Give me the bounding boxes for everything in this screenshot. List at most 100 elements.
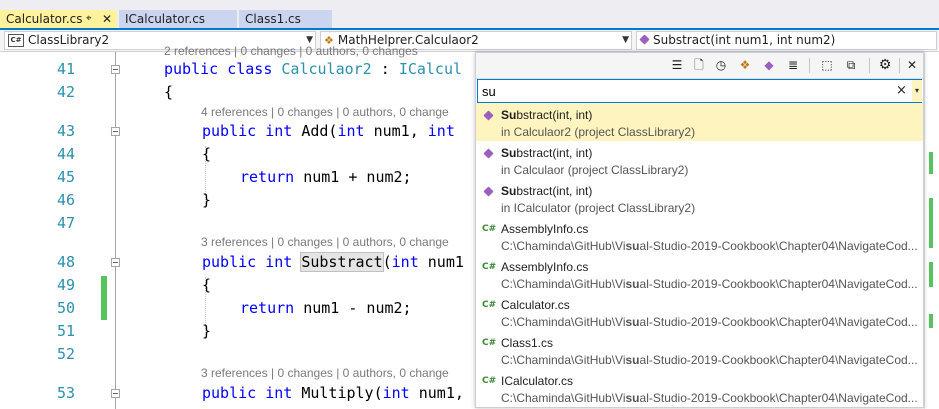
toolbar-separator <box>869 58 870 73</box>
method-icon <box>639 32 650 49</box>
line-number: 43 <box>56 122 75 140</box>
collapse-toggle[interactable] <box>111 258 120 267</box>
result-title: ICalculator.cs <box>501 374 574 388</box>
tab-icalculator-cs[interactable]: ICalculator.cs <box>119 10 237 28</box>
recent-icon[interactable]: ◷ <box>714 58 728 72</box>
collapse-toggle[interactable] <box>111 389 120 398</box>
code-line-41: public class Calculaor2 : ICalcul <box>164 60 463 78</box>
result-item[interactable]: Substract(int, int) in Calculaor2 (proje… <box>476 103 923 141</box>
clear-search-button[interactable]: × <box>896 83 907 98</box>
codelens-add[interactable]: 4 references | 0 changes | 0 authors, 0 … <box>201 105 449 119</box>
result-item[interactable]: C# Calculator.cs C:\Chaminda\GitHub\Visu… <box>476 293 923 331</box>
navigate-search-box: × ▾ <box>477 79 922 103</box>
text-icon[interactable]: ≣ <box>786 58 800 72</box>
code-line-49: { <box>202 276 212 294</box>
tab-class1-cs[interactable]: Class1.cs <box>239 10 332 28</box>
line-number: 49 <box>56 276 75 294</box>
code-line-50: return num1 - num2; <box>240 299 412 317</box>
change-marker <box>929 198 933 248</box>
result-item[interactable]: C# AssemblyInfo.cs C:\Chaminda\GitHub\Vi… <box>476 217 923 255</box>
codelens-multiply[interactable]: 3 references | 0 changes | 0 authors, 0 … <box>201 366 449 380</box>
code-line-48: public int Substract(int num1 <box>202 252 464 272</box>
member-dropdown-value: Substract(int num1, int num2) <box>653 33 836 47</box>
line-number: 51 <box>56 322 75 340</box>
project-dropdown-value: ClassLibrary2 <box>28 33 110 47</box>
search-history-dropdown[interactable]: ▾ <box>912 80 922 102</box>
outline-guide <box>115 52 116 409</box>
result-location: in Calculaor2 (project ClassLibrary2) <box>501 125 696 139</box>
current-document-icon[interactable]: ⬚ <box>820 58 834 72</box>
navigate-to-popup: ☰ 🗋 ◷ ❖ ◆ ≣ ⬚ ⧉ ⚙ ✕ × ▾ Substract(int, i… <box>475 52 924 408</box>
toolbar-separator <box>809 58 810 73</box>
line-number: 47 <box>56 214 75 232</box>
csharp-file-icon: C# <box>482 376 497 386</box>
search-input[interactable] <box>482 82 882 100</box>
method-icon <box>482 147 494 159</box>
csharp-file-icon: C# <box>482 262 497 272</box>
line-number: 48 <box>56 253 75 271</box>
show-all-icon[interactable]: ☰ <box>670 58 684 72</box>
toolbar-separator <box>899 58 900 73</box>
line-number: 53 <box>56 384 75 402</box>
result-title: AssemblyInfo.cs <box>501 222 589 236</box>
navigation-bar: C# ClassLibrary2 ▼ ❖ MathHelprer.Calculaor… <box>0 30 939 52</box>
csharp-file-icon: C# <box>482 300 497 310</box>
codelens-partial: 2 references | 0 changes | 0 authors, 0 … <box>164 44 418 58</box>
result-location: C:\Chaminda\GitHub\Visual-Studio-2019-Co… <box>501 391 918 405</box>
code-line-42: { <box>164 83 174 101</box>
code-line-44: { <box>202 145 212 163</box>
result-location: in ICalculator (project ClassLibrary2) <box>501 201 696 215</box>
tab-label: Class1.cs <box>245 12 301 26</box>
code-line-53: public int Multiply(int num1, <box>202 384 464 402</box>
tab-label: Calculator.cs <box>6 12 83 26</box>
scrollbar-overview[interactable] <box>924 52 939 409</box>
tab-calculator-cs[interactable]: Calculator.cs ⌖ ✕ <box>0 10 117 28</box>
settings-icon[interactable]: ⚙ <box>878 58 892 72</box>
close-icon[interactable]: ✕ <box>102 10 112 28</box>
csharp-project-icon: C# <box>8 34 24 47</box>
type-icon[interactable]: ❖ <box>738 58 752 72</box>
code-line-43: public int Add(int num1, int <box>202 122 455 140</box>
highlighted-symbol: Substract <box>300 252 384 272</box>
method-icon <box>482 185 494 197</box>
result-location: in Calculaor (project ClassLibrary2) <box>501 163 689 177</box>
result-location: C:\Chaminda\GitHub\Visual-Studio-2019-Co… <box>501 353 918 367</box>
chevron-down-icon: ▼ <box>622 35 629 45</box>
change-marker <box>929 314 933 328</box>
collapse-toggle[interactable] <box>111 65 120 74</box>
result-item[interactable]: Substract(int, int) in ICalculator (proj… <box>476 179 923 217</box>
method-icon <box>482 109 494 121</box>
pin-icon[interactable]: ⌖ <box>86 10 92 28</box>
collapse-toggle[interactable] <box>111 127 120 136</box>
line-number: 41 <box>56 60 75 78</box>
line-number: 46 <box>56 191 75 209</box>
csharp-file-icon: C# <box>482 338 497 348</box>
code-line-45: return num1 + num2; <box>240 168 412 186</box>
preview-icon[interactable]: ⧉ <box>844 58 858 72</box>
change-marker <box>101 276 107 320</box>
result-item[interactable]: Substract(int, int) in Calculaor (projec… <box>476 141 923 179</box>
result-item[interactable]: C# ICalculator.cs C:\Chaminda\GitHub\Vis… <box>476 369 923 407</box>
result-title: Substract(int, int) <box>501 184 593 198</box>
code-line-51: } <box>202 322 212 340</box>
result-title: Class1.cs <box>501 336 554 350</box>
change-marker <box>929 262 933 287</box>
codelens-substract[interactable]: 3 references | 0 changes | 0 authors, 0 … <box>201 235 449 249</box>
csharp-file-icon: C# <box>482 224 497 234</box>
change-marker <box>929 152 933 174</box>
member-icon[interactable]: ◆ <box>762 58 776 72</box>
file-icon[interactable]: 🗋 <box>692 58 706 72</box>
result-title: Calculator.cs <box>501 298 570 312</box>
result-title: AssemblyInfo.cs <box>501 260 589 274</box>
close-icon[interactable]: ✕ <box>905 58 919 72</box>
code-line-46: } <box>202 191 212 209</box>
popup-toolbar: ☰ 🗋 ◷ ❖ ◆ ≣ ⬚ ⧉ ⚙ ✕ <box>476 53 923 79</box>
result-title: Substract(int, int) <box>501 146 593 160</box>
result-item[interactable]: C# AssemblyInfo.cs C:\Chaminda\GitHub\Vi… <box>476 255 923 293</box>
result-location: C:\Chaminda\GitHub\Visual-Studio-2019-Co… <box>501 239 918 253</box>
document-tab-strip: Calculator.cs ⌖ ✕ ICalculator.cs Class1.… <box>0 0 939 30</box>
member-dropdown[interactable]: Substract(int num1, int num2) <box>636 31 937 50</box>
line-number: 52 <box>56 345 75 363</box>
tab-label: ICalculator.cs <box>125 12 206 26</box>
result-item[interactable]: C# Class1.cs C:\Chaminda\GitHub\Visual-S… <box>476 331 923 369</box>
